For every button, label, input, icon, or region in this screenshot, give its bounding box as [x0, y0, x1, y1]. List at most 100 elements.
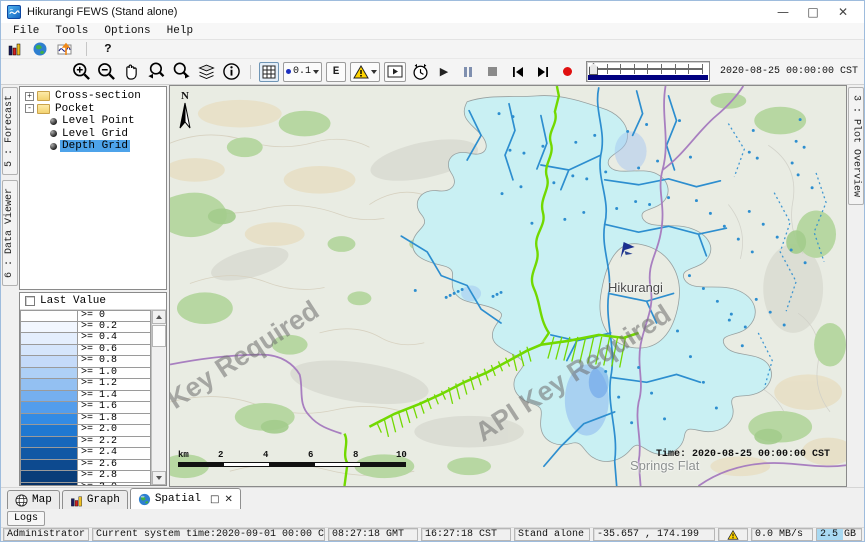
- zoom-in-icon[interactable]: [71, 62, 92, 82]
- stop-button[interactable]: [482, 62, 503, 82]
- logs-button[interactable]: Logs: [7, 511, 45, 526]
- time-span-bar: [588, 75, 708, 80]
- step-forward-button[interactable]: [532, 62, 553, 82]
- legend-threshold-label: >= 2.4: [78, 448, 151, 460]
- status-transfer-rate: 0.0 MB/s: [751, 528, 813, 541]
- status-gmt-time: 08:27:18 GMT: [328, 528, 418, 541]
- layer-bullet-icon: [50, 143, 57, 150]
- timeseries-display-icon[interactable]: [57, 42, 73, 57]
- tab-plot-overview[interactable]: 3 : Plot Overview: [848, 87, 864, 205]
- legend-color-swatch: [20, 402, 78, 414]
- time-slider[interactable]: [586, 61, 710, 82]
- legend-row: >= 0.8: [20, 356, 151, 368]
- legend-scrollbar[interactable]: [151, 310, 166, 485]
- place-label-hikurangi: Hikurangi: [608, 280, 663, 295]
- time-settings-icon[interactable]: [410, 62, 431, 82]
- legend-color-swatch: [20, 448, 78, 460]
- status-warning-icon[interactable]: [718, 528, 748, 541]
- tree-item-label: Depth Grid: [60, 140, 130, 152]
- legend-threshold-label: >= 1.6: [78, 402, 151, 414]
- bottom-tab[interactable]: Graph □ ✕: [62, 490, 128, 509]
- folder-icon: [37, 104, 50, 114]
- grid-display-button[interactable]: [259, 62, 279, 82]
- layer-bullet-icon: [50, 130, 57, 137]
- help-icon[interactable]: ?: [100, 42, 116, 57]
- legend-row: >= 2.8: [20, 471, 151, 483]
- legend-color-swatch: [20, 345, 78, 357]
- last-value-checkbox[interactable]: [25, 296, 35, 306]
- scroll-down-icon[interactable]: [152, 471, 166, 485]
- depth-legend: Last Value >= 0 >= 0.2: [19, 292, 167, 486]
- close-button[interactable]: ✕: [828, 5, 858, 19]
- status-local-time: 16:27:18 CST: [421, 528, 511, 541]
- menubar: FileToolsOptionsHelp: [1, 23, 864, 40]
- legend-threshold-label: >= 0.8: [78, 356, 151, 368]
- scroll-up-icon[interactable]: [152, 310, 166, 324]
- animation-panel-button[interactable]: [384, 62, 406, 82]
- logs-row: Logs: [1, 509, 864, 527]
- tree-item[interactable]: Depth Grid: [22, 140, 164, 153]
- database-chart-icon[interactable]: [7, 42, 23, 57]
- scroll-thumb[interactable]: [152, 325, 166, 347]
- zoom-previous-icon[interactable]: [146, 62, 167, 82]
- legend-color-swatch: [20, 333, 78, 345]
- map-scalebar: km246810: [178, 450, 414, 468]
- tab-forecast[interactable]: 5 : Forecast: [2, 87, 18, 175]
- menu-item[interactable]: Tools: [47, 24, 96, 38]
- tree-item[interactable]: + Cross-section: [22, 90, 164, 103]
- legend-threshold-label: >= 0.4: [78, 333, 151, 345]
- bottom-tab-label: Graph: [87, 494, 120, 506]
- menu-item[interactable]: Options: [96, 24, 158, 38]
- info-icon[interactable]: [221, 62, 242, 82]
- folder-icon: [37, 91, 50, 101]
- tree-expander[interactable]: -: [25, 104, 34, 113]
- legend-color-swatch: [20, 483, 78, 486]
- legend-color-swatch: [20, 310, 78, 322]
- legend-row: >= 0: [20, 310, 151, 322]
- status-system-time: Current system time:2020-09-01 00:00 CST: [92, 528, 325, 541]
- contour-interval-dropdown[interactable]: 0.1: [283, 62, 322, 82]
- legend-color-swatch: [20, 437, 78, 449]
- main-toolbar: ?: [1, 40, 864, 58]
- play-button[interactable]: ▶: [435, 65, 453, 78]
- legend-row: >= 3.0: [20, 483, 151, 486]
- tab-maximize-icon[interactable]: □: [210, 494, 219, 505]
- bottom-tab[interactable]: Map □ ✕: [7, 490, 60, 509]
- map-canvas: [170, 86, 846, 486]
- minimize-button[interactable]: —: [768, 5, 798, 19]
- label-tool-button[interactable]: E: [326, 62, 346, 82]
- menu-item[interactable]: File: [5, 24, 47, 38]
- step-back-button[interactable]: [507, 62, 528, 82]
- maximize-button[interactable]: □: [798, 5, 828, 19]
- tree-item[interactable]: Level Grid: [22, 128, 164, 141]
- record-button[interactable]: [557, 62, 578, 82]
- statusbar: Administrator Current system time:2020-0…: [1, 527, 864, 541]
- legend-row: >= 0.4: [20, 333, 151, 345]
- legend-threshold-label: >= 0: [78, 310, 151, 322]
- tree-item[interactable]: - Pocket: [22, 103, 164, 116]
- tab-close-icon[interactable]: ✕: [225, 494, 233, 505]
- warning-icon: [353, 65, 369, 79]
- north-arrow: N: [178, 90, 192, 135]
- left-panel: + Cross-section - Pocket: [18, 85, 169, 487]
- tab-data-viewer[interactable]: 6 : Data Viewer: [2, 180, 18, 286]
- zoom-next-icon[interactable]: [171, 62, 192, 82]
- map-toolbar: 0.1 E ▶ 2020-08-25: [1, 58, 864, 85]
- chevron-down-icon: [371, 70, 377, 74]
- map-viewport[interactable]: N API Key Required API Key Required Hiku…: [169, 85, 847, 487]
- warnings-dropdown[interactable]: [350, 62, 380, 82]
- layers-icon[interactable]: [196, 62, 217, 82]
- right-tab-strip: 3 : Plot Overview: [847, 85, 864, 487]
- bottom-tab[interactable]: Spatial □ ✕: [130, 488, 241, 509]
- legend-color-swatch: [20, 322, 78, 334]
- tree-item-label: Cross-section: [53, 90, 143, 102]
- scale-unit-label: km: [178, 450, 189, 460]
- tree-item[interactable]: Level Point: [22, 115, 164, 128]
- menu-item[interactable]: Help: [159, 24, 201, 38]
- pan-hand-icon[interactable]: [121, 62, 142, 82]
- legend-threshold-label: >= 2.8: [78, 471, 151, 483]
- tree-expander[interactable]: +: [25, 92, 34, 101]
- pause-button[interactable]: [457, 62, 478, 82]
- zoom-out-icon[interactable]: [96, 62, 117, 82]
- globe-explorer-icon[interactable]: [32, 42, 48, 57]
